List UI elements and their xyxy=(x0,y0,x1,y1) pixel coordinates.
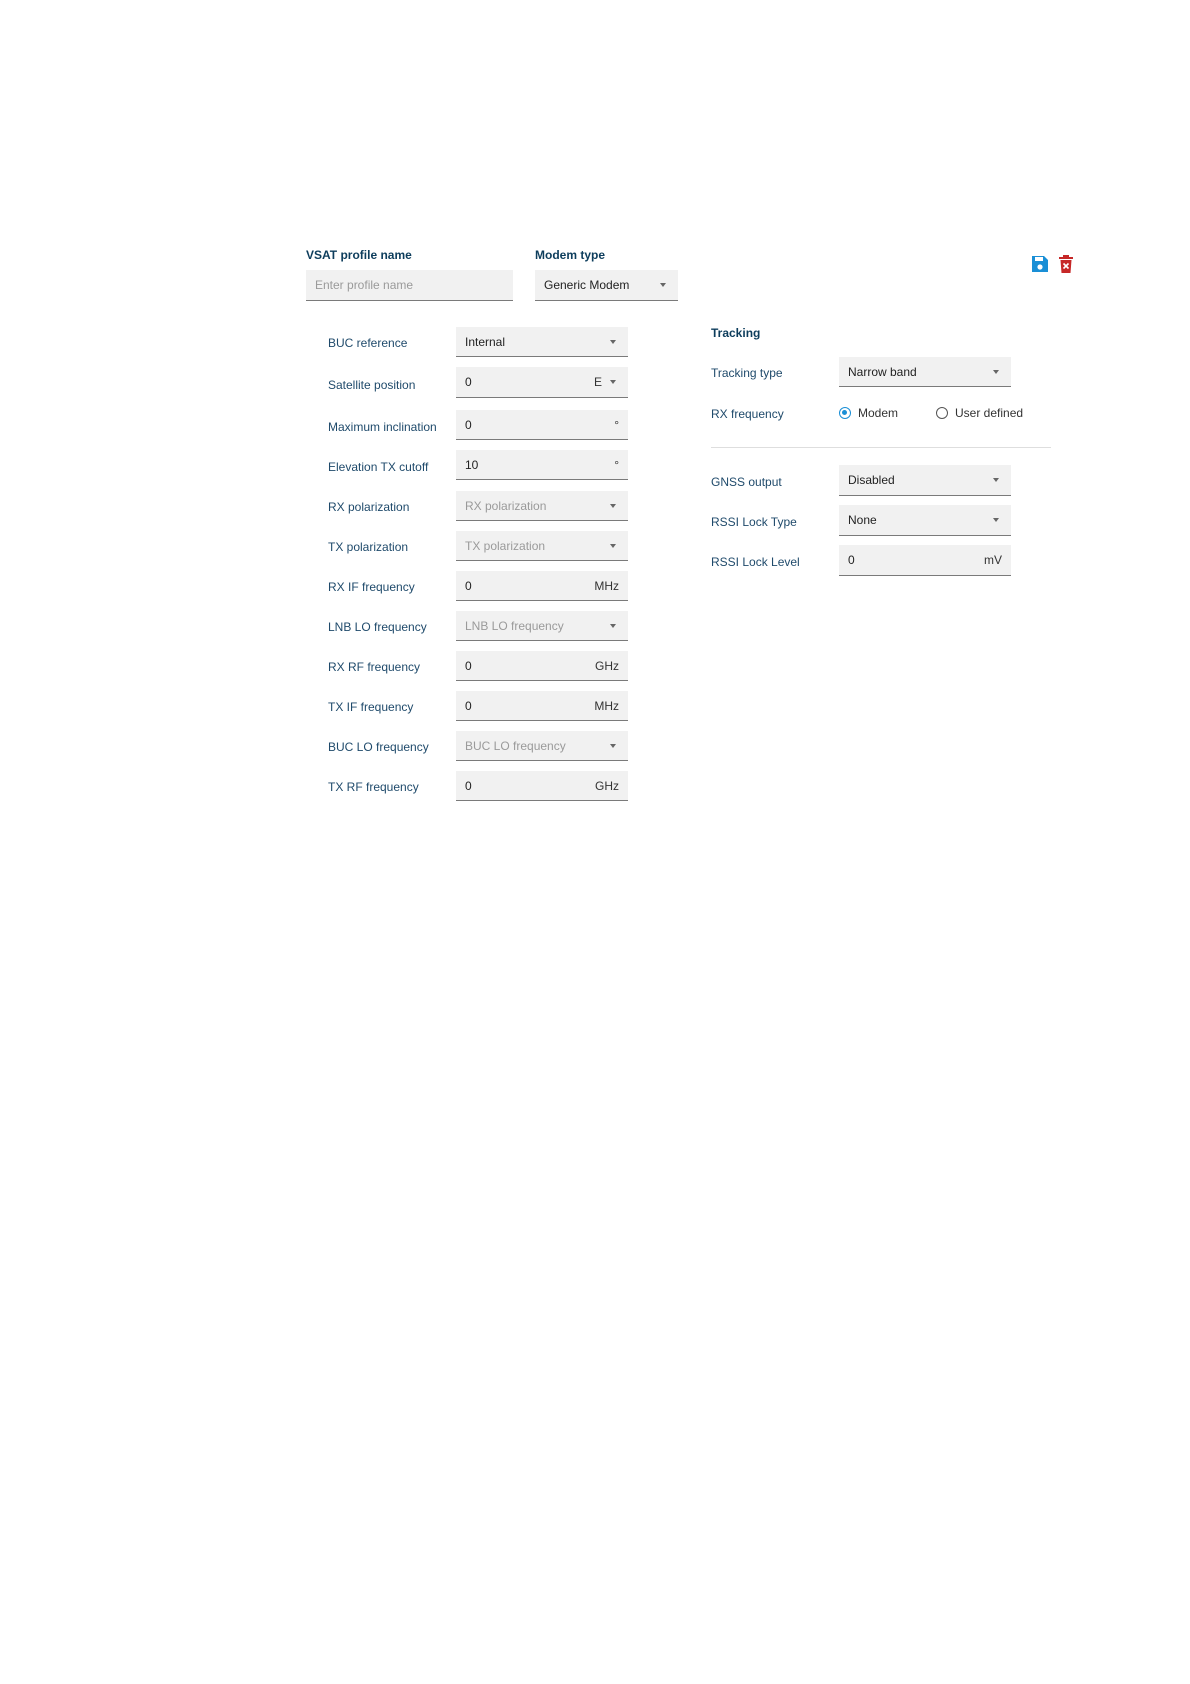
tx-polarization-label: TX polarization xyxy=(328,540,409,554)
modem-type-value: Generic Modem xyxy=(544,278,630,292)
maximum-inclination-input[interactable]: 0 ° xyxy=(456,410,628,440)
gnss-output-value: Disabled xyxy=(848,473,895,487)
elevation-tx-cutoff-value: 10 xyxy=(465,457,479,472)
buc-reference-select[interactable]: Internal xyxy=(456,327,628,357)
maximum-inclination-value: 0 xyxy=(465,417,472,432)
radio-modem[interactable]: Modem xyxy=(839,402,929,424)
rssi-lock-level-value: 0 xyxy=(848,553,855,567)
profile-name-input[interactable]: Enter profile name xyxy=(306,270,513,301)
radio-user-defined-label: User defined xyxy=(955,406,1024,420)
modem-type-select[interactable]: Generic Modem xyxy=(535,270,678,301)
rssi-lock-type-label: RSSI Lock Type xyxy=(711,515,797,529)
satellite-position-hemisphere[interactable]: E xyxy=(594,375,602,389)
tx-rf-frequency-input[interactable]: 0 GHz xyxy=(456,771,628,801)
floppy-disk-icon xyxy=(1032,256,1048,272)
tx-rf-frequency-unit: GHz xyxy=(595,778,619,793)
radio-user-defined[interactable]: User defined xyxy=(936,402,1036,424)
save-button[interactable] xyxy=(1031,255,1049,273)
radio-unselected-icon[interactable] xyxy=(936,407,948,419)
tracking-title: Tracking xyxy=(711,326,761,340)
rssi-lock-level-unit: mV xyxy=(984,553,1002,567)
lnb-lo-frequency-select[interactable]: LNB LO frequency xyxy=(456,611,628,641)
satellite-position-input[interactable]: 0 E xyxy=(456,367,628,398)
chevron-down-icon xyxy=(610,339,616,344)
rx-rf-frequency-label: RX RF frequency xyxy=(328,660,421,674)
tx-if-frequency-input[interactable]: 0 MHz xyxy=(456,691,628,721)
rssi-lock-level-label: RSSI Lock Level xyxy=(711,555,800,569)
rx-frequency-label: RX frequency xyxy=(711,407,784,421)
lnb-lo-frequency-label: LNB LO frequency xyxy=(328,620,427,634)
lnb-lo-frequency-placeholder: LNB LO frequency xyxy=(465,618,564,633)
tx-rf-frequency-label: TX RF frequency xyxy=(328,780,419,794)
tracking-type-select[interactable]: Narrow band xyxy=(839,357,1011,387)
chevron-down-icon xyxy=(993,518,999,522)
tracking-type-label: Tracking type xyxy=(711,366,783,380)
rx-if-frequency-label: RX IF frequency xyxy=(328,580,415,594)
rx-rf-frequency-unit: GHz xyxy=(595,658,619,673)
rx-rf-frequency-value: 0 xyxy=(465,658,472,673)
rssi-lock-type-value: None xyxy=(848,513,877,527)
tx-polarization-placeholder: TX polarization xyxy=(465,538,546,553)
buc-lo-frequency-label: BUC LO frequency xyxy=(328,740,429,754)
radio-selected-icon[interactable] xyxy=(839,407,851,419)
rx-rf-frequency-input[interactable]: 0 GHz xyxy=(456,651,628,681)
tx-if-frequency-unit: MHz xyxy=(594,698,619,713)
maximum-inclination-label: Maximum inclination xyxy=(328,420,437,434)
chevron-down-icon xyxy=(610,743,616,748)
buc-lo-frequency-placeholder: BUC LO frequency xyxy=(465,738,566,753)
tx-polarization-select[interactable]: TX polarization xyxy=(456,531,628,561)
radio-modem-label: Modem xyxy=(858,406,899,420)
elevation-tx-cutoff-label: Elevation TX cutoff xyxy=(328,460,429,474)
chevron-down-icon xyxy=(610,543,616,548)
buc-lo-frequency-select[interactable]: BUC LO frequency xyxy=(456,731,628,761)
rssi-lock-level-input[interactable]: 0 mV xyxy=(839,545,1011,576)
rx-polarization-label: RX polarization xyxy=(328,500,410,514)
chevron-down-icon[interactable] xyxy=(610,380,616,384)
rx-polarization-select[interactable]: RX polarization xyxy=(456,491,628,521)
buc-reference-value: Internal xyxy=(465,334,506,349)
chevron-down-icon xyxy=(660,283,666,287)
rx-if-frequency-unit: MHz xyxy=(594,578,619,593)
profile-name-placeholder: Enter profile name xyxy=(315,278,414,292)
modem-type-label: Modem type xyxy=(535,248,606,262)
rssi-lock-type-select[interactable]: None xyxy=(839,505,1011,536)
tx-if-frequency-value: 0 xyxy=(465,698,472,713)
buc-reference-label: BUC reference xyxy=(328,336,408,350)
rx-if-frequency-value: 0 xyxy=(465,578,472,593)
gnss-output-label: GNSS output xyxy=(711,475,782,489)
rx-if-frequency-input[interactable]: 0 MHz xyxy=(456,571,628,601)
satellite-position-value: 0 xyxy=(465,375,472,389)
satellite-position-label: Satellite position xyxy=(328,378,416,392)
tx-rf-frequency-value: 0 xyxy=(465,778,472,793)
chevron-down-icon xyxy=(610,623,616,628)
maximum-inclination-unit: ° xyxy=(614,417,619,432)
tx-if-frequency-label: TX IF frequency xyxy=(328,700,414,714)
chevron-down-icon xyxy=(610,503,616,508)
section-divider xyxy=(711,447,1051,448)
chevron-down-icon xyxy=(993,369,999,374)
elevation-tx-cutoff-unit: ° xyxy=(614,457,619,472)
profile-name-label: VSAT profile name xyxy=(306,248,412,262)
delete-button[interactable] xyxy=(1059,255,1073,273)
rx-polarization-placeholder: RX polarization xyxy=(465,498,547,513)
chevron-down-icon xyxy=(993,478,999,482)
trash-icon xyxy=(1059,255,1073,273)
tracking-type-value: Narrow band xyxy=(848,364,917,379)
gnss-output-select[interactable]: Disabled xyxy=(839,465,1011,496)
elevation-tx-cutoff-input[interactable]: 10 ° xyxy=(456,450,628,480)
